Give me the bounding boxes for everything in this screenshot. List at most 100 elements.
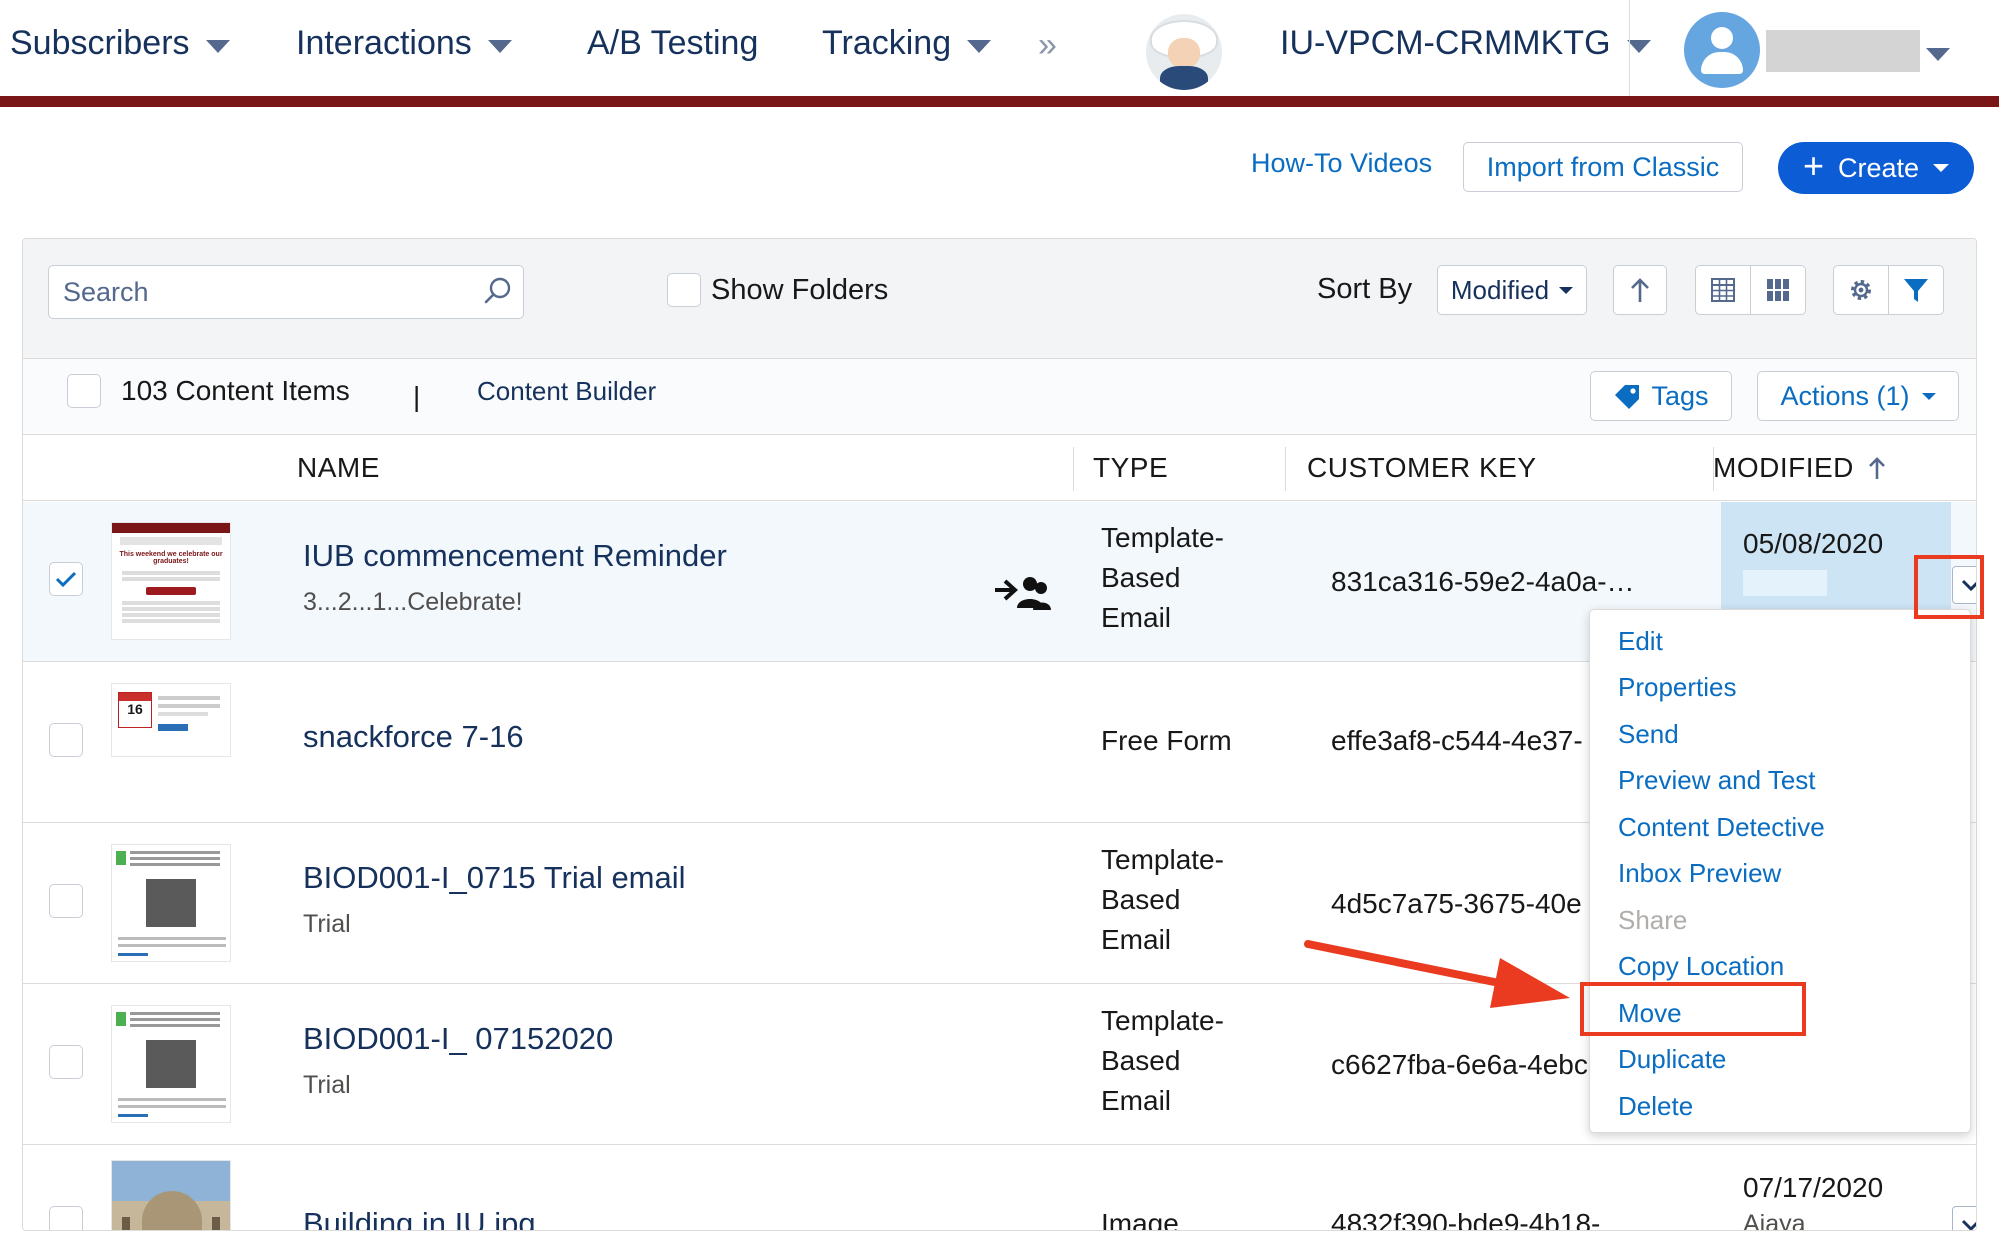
actions-button[interactable]: Actions (1) xyxy=(1757,371,1959,421)
nav-ab-testing[interactable]: A/B Testing xyxy=(587,24,758,63)
chevron-down-icon xyxy=(1961,1219,1976,1230)
tag-icon xyxy=(1615,385,1640,409)
customer-key: 4832f390-bde9-4b18- xyxy=(1331,1208,1601,1231)
settings-button[interactable] xyxy=(1833,265,1889,315)
grid-view-icon xyxy=(1767,279,1789,301)
menu-item-edit[interactable]: Edit xyxy=(1618,626,1663,657)
table-view-button[interactable] xyxy=(1695,265,1751,315)
row-checkbox[interactable] xyxy=(49,562,83,596)
shared-content-icon xyxy=(995,577,1051,610)
modified-by: Ajaya xyxy=(1743,1210,1806,1231)
modified-date: 05/08/2020 xyxy=(1743,528,1884,559)
menu-item-copy-location[interactable]: Copy Location xyxy=(1618,951,1784,982)
table-row[interactable]: Building in IU.jpg Image 4832f390-bde9-4… xyxy=(23,1146,1976,1231)
filter-icon xyxy=(1904,279,1928,302)
search-input[interactable]: Search xyxy=(48,265,524,319)
einstein-avatar-icon[interactable] xyxy=(1146,14,1222,90)
annotation-highlight-row-menu xyxy=(1914,555,1984,619)
email-thumbnail[interactable] xyxy=(111,1005,231,1123)
image-thumbnail[interactable] xyxy=(111,1160,231,1230)
nav-subscribers[interactable]: Subscribers xyxy=(10,24,230,63)
nav-divider xyxy=(1629,0,1630,96)
column-header-customer-key[interactable]: CUSTOMER KEY xyxy=(1307,452,1537,484)
checkmark-icon xyxy=(55,571,77,588)
modified-date: 07/17/2020 xyxy=(1743,1172,1884,1203)
user-name-redacted xyxy=(1766,30,1920,72)
content-subject: Trial xyxy=(303,910,351,938)
content-type: Image xyxy=(1101,1208,1179,1231)
business-unit-switcher[interactable]: IU-VPCM-CRMMKTG xyxy=(1280,24,1651,63)
content-type: Template- Based Email xyxy=(1101,844,1224,955)
select-all[interactable]: 103 Content Items xyxy=(67,374,350,408)
column-divider xyxy=(1285,447,1286,491)
menu-item-properties[interactable]: Properties xyxy=(1618,672,1737,703)
column-header-type[interactable]: TYPE xyxy=(1093,452,1168,484)
how-to-videos-link[interactable]: How-To Videos xyxy=(1251,148,1432,179)
show-folders-checkbox[interactable] xyxy=(667,273,701,307)
sort-by-label: Sort By xyxy=(1317,273,1413,305)
content-subject: Trial xyxy=(303,1071,351,1099)
select-all-checkbox[interactable] xyxy=(67,374,101,408)
menu-item-inbox-preview[interactable]: Inbox Preview xyxy=(1618,858,1781,889)
content-name-link[interactable]: snackforce 7-16 xyxy=(303,719,524,755)
email-thumbnail[interactable] xyxy=(111,844,231,962)
sort-direction-button[interactable] xyxy=(1613,265,1667,315)
content-name-link[interactable]: BIOD001-I_0715 Trial email xyxy=(303,860,686,896)
user-avatar-icon[interactable] xyxy=(1684,12,1760,88)
annotation-highlight-move xyxy=(1580,982,1806,1036)
content-name-link[interactable]: BIOD001-I_ 07152020 xyxy=(303,1021,613,1057)
tags-button[interactable]: Tags xyxy=(1590,371,1732,421)
email-thumbnail[interactable]: 16 xyxy=(111,683,231,757)
column-header-name[interactable]: NAME xyxy=(297,452,380,484)
annotation-arrow-icon xyxy=(1304,940,1570,1008)
menu-item-delete[interactable]: Delete xyxy=(1618,1091,1693,1122)
breadcrumb[interactable]: Content Builder xyxy=(477,376,656,407)
column-header-modified[interactable]: MODIFIED xyxy=(1713,452,1886,484)
import-from-classic-button[interactable]: Import from Classic xyxy=(1463,142,1743,192)
customer-key: 831ca316-59e2-4a0a-… xyxy=(1331,566,1635,597)
content-type: Template- Based Email xyxy=(1101,522,1224,633)
top-navigation: Subscribers Interactions A/B Testing Tra… xyxy=(0,0,1999,107)
customer-key: 4d5c7a75-3675-40e xyxy=(1331,888,1582,919)
show-folders-toggle[interactable]: Show Folders xyxy=(667,273,888,307)
row-checkbox[interactable] xyxy=(49,1045,83,1079)
grid-view-button[interactable] xyxy=(1750,265,1806,315)
content-name-link[interactable]: IUB commencement Reminder xyxy=(303,538,727,574)
filter-button[interactable] xyxy=(1888,265,1944,315)
customer-key: c6627fba-6e6a-4ebc xyxy=(1331,1049,1588,1080)
modified-cell: 07/17/2020 Ajaya xyxy=(1721,1146,1951,1231)
row-checkbox[interactable] xyxy=(49,884,83,918)
chevron-down-icon xyxy=(487,40,512,53)
user-menu-chevron-icon[interactable] xyxy=(1926,48,1950,61)
menu-item-send[interactable]: Send xyxy=(1618,719,1679,750)
menu-item-preview-and-test[interactable]: Preview and Test xyxy=(1618,765,1816,796)
gear-icon xyxy=(1851,280,1871,300)
nav-tracking[interactable]: Tracking xyxy=(822,24,992,63)
nav-more-button[interactable]: » xyxy=(1038,26,1057,65)
table-header: NAME TYPE CUSTOMER KEY MODIFIED xyxy=(23,435,1976,501)
sort-ascending-icon xyxy=(1868,457,1885,479)
menu-item-duplicate[interactable]: Duplicate xyxy=(1618,1044,1726,1075)
separator: | xyxy=(413,381,421,412)
modified-by-redacted xyxy=(1743,570,1827,596)
content-subject: 3...2...1...Celebrate! xyxy=(303,588,523,616)
row-checkbox[interactable] xyxy=(49,1206,83,1230)
content-type: Free Form xyxy=(1101,725,1232,756)
plus-icon: + xyxy=(1802,145,1824,186)
chevron-down-icon xyxy=(1933,164,1950,172)
nav-interactions[interactable]: Interactions xyxy=(296,24,512,63)
chevron-down-icon xyxy=(205,40,230,53)
list-toolbar: Search Show Folders Sort By Modified xyxy=(23,239,1976,359)
row-checkbox[interactable] xyxy=(49,723,83,757)
customer-key: effe3af8-c544-4e37- xyxy=(1331,725,1583,756)
chevron-down-icon xyxy=(1559,286,1574,294)
content-name-link[interactable]: Building in IU.jpg xyxy=(303,1206,536,1230)
menu-item-content-detective[interactable]: Content Detective xyxy=(1618,812,1825,843)
email-thumbnail[interactable]: This weekend we celebrate our graduates! xyxy=(111,522,231,640)
row-actions-menu: Edit Properties Send Preview and Test Co… xyxy=(1589,609,1971,1133)
row-actions-button[interactable] xyxy=(1952,1206,1976,1230)
sort-by-select[interactable]: Modified xyxy=(1437,265,1587,315)
menu-item-share: Share xyxy=(1618,905,1688,935)
create-button[interactable]: + Create xyxy=(1778,142,1974,194)
arrow-up-icon xyxy=(1631,278,1649,302)
